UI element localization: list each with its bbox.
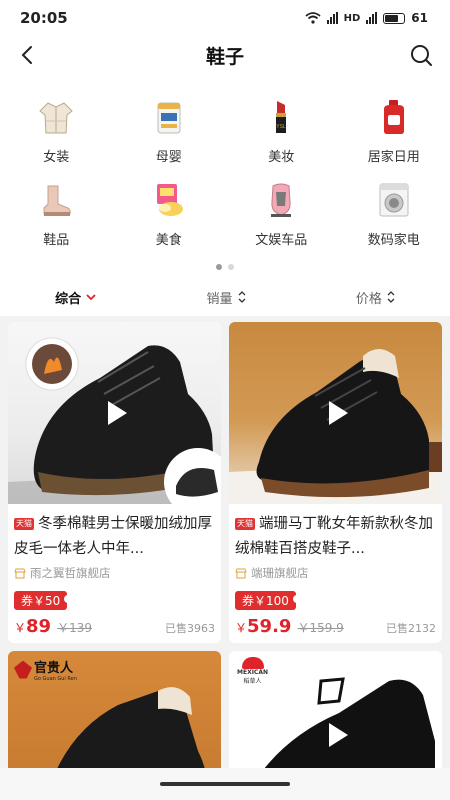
price-value: 89 [26, 616, 52, 637]
product-image[interactable] [229, 322, 442, 504]
original-price: ￥139 [57, 621, 92, 635]
category-label: 美妆 [268, 150, 295, 165]
currency: ￥ [235, 621, 248, 635]
sort-price-label: 价格 [355, 291, 382, 307]
category-label: 文娱车品 [255, 233, 308, 248]
boot-icon [33, 177, 79, 223]
sort-bar: 综合 销量 价格 [0, 282, 450, 316]
category-item[interactable]: 美食 [113, 177, 226, 248]
category-item[interactable]: 母婴 [113, 94, 226, 165]
brand-hat-icon [241, 657, 264, 669]
product-title: 冬季棉鞋男士保暖加绒加厚皮毛一体老人中年... [14, 516, 212, 557]
category-label: 母婴 [155, 150, 182, 165]
sold-count: 已售2132 [386, 622, 436, 635]
play-icon[interactable] [316, 393, 356, 433]
category-item[interactable]: 女装 [0, 94, 113, 165]
home-indicator-bar [0, 768, 450, 800]
status-bar: 20:05 HD 61 [0, 0, 450, 36]
play-icon[interactable] [316, 715, 356, 755]
category-item[interactable]: YSL 美妆 [225, 94, 338, 165]
chevron-down-icon [86, 294, 96, 301]
status-time: 20:05 [20, 9, 68, 27]
coat-icon [33, 94, 79, 140]
tmall-badge: 天猫 [14, 518, 34, 530]
category-label: 居家日用 [367, 150, 420, 165]
signal-icon-2 [366, 12, 378, 24]
hd-icon: HD [343, 12, 361, 24]
top-area: 20:05 HD 61 鞋子 女装 母婴 YSL 美妆 居家日用 鞋品 美食 文… [0, 0, 450, 316]
product-image[interactable] [8, 322, 221, 504]
currency: ￥ [14, 621, 27, 635]
brand-sub: Go Guan Gui Ren [34, 676, 77, 682]
page-dot [228, 264, 234, 270]
price: ￥59.9 [235, 616, 291, 637]
brand-name: 官贵人 [34, 661, 74, 676]
price-value: 59.9 [247, 616, 292, 637]
sort-sales[interactable]: 销量 [206, 288, 245, 307]
formula-can-icon [146, 94, 192, 140]
battery-level: 61 [411, 11, 428, 25]
snack-icon [146, 177, 192, 223]
sort-updown-icon [387, 291, 395, 303]
store-icon [14, 568, 26, 578]
battery-icon [383, 12, 406, 24]
brand-logo: 官贵人 Go Guan Gui Ren [14, 657, 77, 682]
page-title: 鞋子 [205, 45, 244, 68]
product-card[interactable]: 天猫 端珊马丁靴女年新款秋冬加绒棉鞋百搭皮鞋子... 端珊旗舰店 券￥100 ￥5… [229, 322, 442, 643]
washing-machine-icon [371, 177, 417, 223]
sort-updown-icon [238, 291, 245, 303]
detergent-bottle-icon [371, 94, 417, 140]
category-item[interactable]: 居家日用 [338, 94, 450, 165]
product-title: 端珊马丁靴女年新款秋冬加绒棉鞋百搭皮鞋子... [235, 516, 433, 557]
back-arrow-icon[interactable] [16, 42, 40, 68]
lipstick-icon: YSL [258, 94, 304, 140]
status-icons: HD 61 [305, 11, 428, 25]
page-dot-active [216, 264, 222, 270]
nav-bar: 鞋子 [0, 36, 450, 74]
sort-comprehensive-label: 综合 [55, 291, 82, 307]
product-grid: 天猫 冬季棉鞋男士保暖加绒加厚皮毛一体老人中年... 雨之翼哲旗舰店 券￥50 ￥… [0, 316, 450, 791]
category-item[interactable]: 鞋品 [0, 177, 113, 248]
category-label: 美食 [155, 233, 182, 248]
sort-comprehensive[interactable]: 综合 [55, 288, 96, 307]
original-price: ￥159.9 [297, 621, 344, 635]
page-indicator [0, 248, 450, 282]
brand-name-cn: 稻草人 [243, 678, 262, 685]
wifi-icon [305, 12, 321, 24]
shop-name[interactable]: 端珊旗舰店 [251, 565, 309, 581]
price: ￥89 [14, 616, 51, 637]
brand-name-en: MEXICAN [237, 669, 268, 676]
coupon-badge[interactable]: 券￥50 [14, 591, 73, 610]
sort-sales-label: 销量 [206, 291, 233, 307]
category-grid: 女装 母婴 YSL 美妆 居家日用 鞋品 美食 文娱车品 数码家电 [0, 74, 450, 248]
category-label: 鞋品 [43, 233, 70, 248]
product-card[interactable]: 天猫 冬季棉鞋男士保暖加绒加厚皮毛一体老人中年... 雨之翼哲旗舰店 券￥50 ￥… [8, 322, 221, 643]
category-label: 女装 [43, 150, 70, 165]
tmall-badge: 天猫 [235, 518, 255, 530]
home-indicator[interactable] [160, 782, 290, 786]
search-icon[interactable] [408, 42, 434, 68]
signal-icon [326, 12, 338, 24]
sort-price[interactable]: 价格 [356, 288, 395, 307]
brand-logo: MEXICAN 稻草人 [237, 657, 268, 685]
sold-count: 已售3963 [165, 622, 215, 635]
shop-name[interactable]: 雨之翼哲旗舰店 [30, 565, 111, 581]
coupon-badge[interactable]: 券￥100 [235, 591, 301, 610]
category-label: 数码家电 [367, 233, 420, 248]
store-icon [235, 568, 247, 578]
svg-text:YSL: YSL [277, 124, 287, 130]
brand-emblem-icon [14, 660, 32, 679]
category-item[interactable]: 文娱车品 [225, 177, 338, 248]
play-icon[interactable] [95, 393, 135, 433]
car-seat-icon [258, 177, 304, 223]
category-item[interactable]: 数码家电 [338, 177, 450, 248]
